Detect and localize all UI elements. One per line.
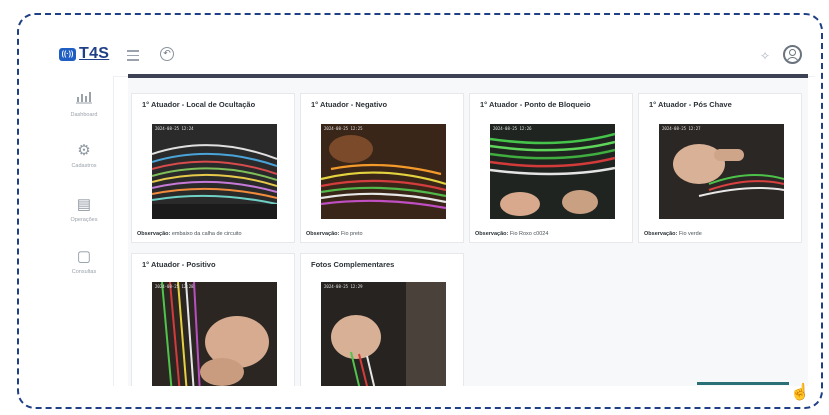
logo-badge: ((·)) bbox=[59, 47, 76, 61]
sidebar-item-operacoes[interactable]: ▤ Operações bbox=[55, 196, 113, 223]
card-title: 1° Atuador - Pós Chave bbox=[649, 100, 732, 109]
logo-text: T4S bbox=[79, 45, 110, 62]
observation-label: Observação: bbox=[306, 231, 340, 237]
photo-card: 1° Atuador - Local de Ocultação 2024-08-… bbox=[131, 93, 295, 243]
photo-card: 1° Atuador - Positivo 2024-08-25 12:28 bbox=[131, 253, 295, 386]
photo-thumbnail[interactable]: 2024-08-25 12:24 bbox=[152, 124, 277, 219]
floating-action-button[interactable] bbox=[697, 382, 789, 385]
menu-icon[interactable] bbox=[127, 50, 139, 61]
document-icon: ▢ bbox=[76, 248, 92, 265]
sparkle-icon[interactable]: ✧ bbox=[760, 49, 770, 63]
observation-value: Fio preto bbox=[340, 231, 363, 237]
photo-thumbnail[interactable]: 2024-08-25 12:28 bbox=[152, 282, 277, 386]
main-content: 1° Atuador - Local de Ocultação 2024-08-… bbox=[128, 74, 808, 386]
observation-text: Observação: Fio verde bbox=[644, 231, 702, 237]
observation-label: Observação: bbox=[644, 231, 678, 237]
top-bar: ((·)) T4S ↶ ✧ bbox=[55, 36, 815, 77]
observation-text: Observação: Fio preto bbox=[306, 231, 363, 237]
sidebar-item-label: Consultas bbox=[71, 269, 97, 275]
gears-icon: ⚙ bbox=[77, 142, 91, 159]
photo-thumbnail[interactable]: 2024-08-25 12:26 bbox=[490, 124, 615, 219]
sidebar-item-label: Dashboard bbox=[70, 112, 98, 118]
card-title: 1° Atuador - Ponto de Bloqueio bbox=[480, 100, 591, 109]
photo-thumbnail[interactable]: 2024-08-25 12:27 bbox=[659, 124, 784, 219]
sidebar-item-label: Operações bbox=[70, 217, 98, 223]
photo-timestamp: 2024-08-25 12:28 bbox=[155, 284, 194, 289]
sidebar-item-label: Cadastros bbox=[71, 163, 97, 169]
card-title: 1° Atuador - Positivo bbox=[142, 260, 216, 269]
photo-card: Fotos Complementares 2024-08-25 12:29 bbox=[300, 253, 464, 386]
photo-card: 1° Atuador - Ponto de Bloqueio 2024-08-2… bbox=[469, 93, 633, 243]
observation-value: Fio verde bbox=[678, 231, 702, 237]
app-window: ((·)) T4S ↶ ✧ Dashboard ⚙ Cadastros ▤ Op… bbox=[55, 36, 815, 386]
sidebar-item-cadastros[interactable]: ⚙ Cadastros bbox=[55, 142, 113, 169]
user-avatar-icon[interactable] bbox=[783, 45, 802, 64]
sidebar-item-dashboard[interactable]: Dashboard bbox=[55, 88, 113, 118]
card-title: 1° Atuador - Local de Ocultação bbox=[142, 100, 256, 109]
chart-icon bbox=[55, 88, 113, 109]
photo-thumbnail[interactable]: 2024-08-25 12:29 bbox=[321, 282, 446, 386]
photo-thumbnail[interactable]: 2024-08-25 12:25 bbox=[321, 124, 446, 219]
photo-timestamp: 2024-08-25 12:26 bbox=[493, 126, 532, 131]
photo-card: 1° Atuador - Negativo 2024-08-25 12:25 O… bbox=[300, 93, 464, 243]
sidebar: Dashboard ⚙ Cadastros ▤ Operações ▢ Cons… bbox=[55, 76, 114, 386]
photo-timestamp: 2024-08-25 12:24 bbox=[155, 126, 194, 131]
card-title: 1° Atuador - Negativo bbox=[311, 100, 388, 109]
observation-text: Observação: Fio Roxo c0024 bbox=[475, 231, 548, 237]
photo-card: 1° Atuador - Pós Chave 2024-08-25 12:27 … bbox=[638, 93, 802, 243]
observation-text: Observação: embaixo da calha de circuito bbox=[137, 231, 242, 237]
observation-label: Observação: bbox=[137, 231, 171, 237]
logo[interactable]: ((·)) T4S bbox=[59, 45, 109, 63]
observation-value: embaixo da calha de circuito bbox=[171, 231, 242, 237]
card-title: Fotos Complementares bbox=[311, 260, 395, 269]
photo-timestamp: 2024-08-25 12:25 bbox=[324, 126, 363, 131]
observation-label: Observação: bbox=[475, 231, 509, 237]
back-icon[interactable]: ↶ bbox=[160, 47, 174, 61]
photo-timestamp: 2024-08-25 12:27 bbox=[662, 126, 701, 131]
sidebar-item-consultas[interactable]: ▢ Consultas bbox=[55, 248, 113, 275]
photo-timestamp: 2024-08-25 12:29 bbox=[324, 284, 363, 289]
hand-pointer-icon: ☝ bbox=[790, 384, 810, 401]
observation-value: Fio Roxo c0024 bbox=[509, 231, 549, 237]
clipboard-icon: ▤ bbox=[76, 196, 92, 213]
